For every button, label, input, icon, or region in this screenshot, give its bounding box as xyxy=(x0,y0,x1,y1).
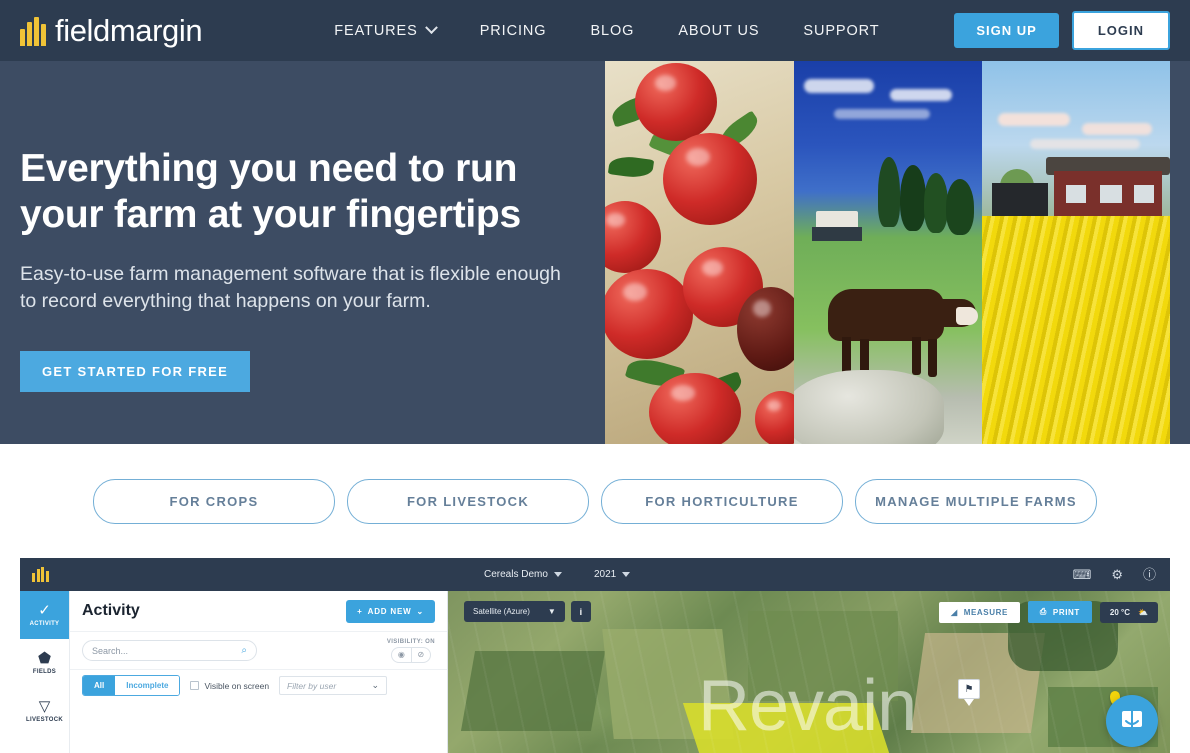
eye-icon[interactable]: ◉ xyxy=(392,648,411,662)
year-selector-label: 2021 xyxy=(594,569,617,580)
chevron-down-icon xyxy=(553,572,562,577)
user-filter-placeholder: Filter by user xyxy=(287,680,337,691)
sign-up-button[interactable]: SIGN UP xyxy=(954,13,1059,48)
sidebar-item-livestock[interactable]: ▽ LIVESTOCK xyxy=(20,687,69,735)
hero-subtitle: Easy-to-use farm management software tha… xyxy=(20,263,561,313)
sidebar-item-activity-label: ACTIVITY xyxy=(29,621,60,627)
main-nav: FEATURES PRICING BLOG ABOUT US SUPPORT xyxy=(312,21,901,39)
nav-item-support[interactable]: SUPPORT xyxy=(781,23,901,39)
basemap-select[interactable]: Satellite (Azure) ▼ xyxy=(464,601,565,622)
login-button[interactable]: LOGIN xyxy=(1071,11,1170,50)
year-selector[interactable]: 2021 xyxy=(594,569,631,580)
nav-item-features[interactable]: FEATURES xyxy=(312,21,457,39)
chat-icon[interactable]: ⌨ xyxy=(1073,568,1092,581)
print-button-label: PRINT xyxy=(1052,607,1080,617)
nav-item-features-label: FEATURES xyxy=(334,22,418,39)
sidebar-item-livestock-label: LIVESTOCK xyxy=(26,717,63,723)
get-started-button[interactable]: GET STARTED FOR FREE xyxy=(20,351,251,393)
app-topbar-icons: ⌨ ⚙ ⓘ xyxy=(1073,568,1156,581)
filter-all-button[interactable]: All xyxy=(83,676,116,695)
sidebar-item-fields[interactable]: ⬟ FIELDS xyxy=(20,639,69,687)
add-new-label: ADD NEW xyxy=(367,606,412,616)
partly-cloudy-icon: ⛅ xyxy=(1138,607,1148,617)
gear-icon[interactable]: ⚙ xyxy=(1111,568,1123,581)
header-actions: SIGN UP LOGIN xyxy=(954,11,1170,50)
bar-chart-logo-icon xyxy=(20,16,46,46)
hero-section: Everything you need to run your farm at … xyxy=(0,61,1190,444)
search-input-placeholder: Search... xyxy=(92,645,129,656)
chevron-down-icon: ▼ xyxy=(547,607,556,616)
map-basemap-controls: Satellite (Azure) ▼ i xyxy=(464,601,591,622)
chevron-down-icon xyxy=(424,21,438,35)
visibility-label: VISIBILITY: ON xyxy=(386,638,435,645)
chat-widget[interactable] xyxy=(1106,695,1158,747)
status-filter-segmented: All Incomplete xyxy=(82,675,181,696)
map-marker[interactable]: ⚑ xyxy=(958,679,980,706)
activity-panel-title: Activity xyxy=(82,602,140,619)
cow-in-alpine-pasture-photo xyxy=(794,61,982,444)
product-screenshot: Cereals Demo 2021 ⌨ ⚙ ⓘ ✓ ACTIVITY ⬟ FIE… xyxy=(20,558,1170,753)
sidebar-item-activity[interactable]: ✓ ACTIVITY xyxy=(20,591,69,639)
checkbox-box xyxy=(190,681,200,690)
ruler-triangle-icon: ◢ xyxy=(950,607,958,617)
help-icon[interactable]: ⓘ xyxy=(1143,568,1156,581)
visibility-control: VISIBILITY: ON ◉ ⊘ xyxy=(387,639,435,663)
sidebar-item-fields-label: FIELDS xyxy=(32,669,57,675)
temperature-value: 20 °C xyxy=(1109,607,1131,617)
field-polygon-icon: ⬟ xyxy=(37,650,52,667)
site-header: fieldmargin FEATURES PRICING BLOG ABOUT … xyxy=(0,0,1190,61)
measure-button[interactable]: ◢ MEASURE xyxy=(938,601,1020,623)
hero-copy: Everything you need to run your farm at … xyxy=(20,146,600,393)
pill-for-crops[interactable]: FOR CROPS xyxy=(93,478,335,524)
magnifier-icon: ⌕ xyxy=(241,645,247,656)
nav-item-blog[interactable]: BLOG xyxy=(568,23,656,39)
activity-panel-header: Activity + ADD NEW ⌄ xyxy=(70,591,447,631)
search-input[interactable]: Search... ⌕ xyxy=(82,640,257,661)
nav-item-pricing[interactable]: PRICING xyxy=(458,23,569,39)
print-button[interactable]: ⎙ PRINT xyxy=(1027,601,1092,623)
hero-collage xyxy=(605,61,1170,444)
measure-button-label: MEASURE xyxy=(963,607,1008,617)
pill-manage-multiple-farms[interactable]: MANAGE MULTIPLE FARMS xyxy=(855,478,1097,524)
app-sidebar: ✓ ACTIVITY ⬟ FIELDS ▽ LIVESTOCK ○ xyxy=(20,591,70,753)
app-logo-icon xyxy=(32,567,49,582)
map-info-button[interactable]: i xyxy=(570,601,591,622)
brand-name: fieldmargin xyxy=(55,13,203,48)
printer-icon: ⎙ xyxy=(1039,607,1047,616)
user-filter-select[interactable]: Filter by user ⌄ xyxy=(279,676,388,695)
chevron-down-icon: ⌄ xyxy=(416,606,424,616)
map-marker-tip xyxy=(964,699,974,706)
map-marker-icon: ⚑ xyxy=(958,679,980,699)
filter-incomplete-button[interactable]: Incomplete xyxy=(115,676,180,695)
app-topbar: Cereals Demo 2021 ⌨ ⚙ ⓘ xyxy=(20,558,1170,591)
chevron-down-icon: ⌄ xyxy=(371,680,380,690)
sidebar-item-notes[interactable]: ○ xyxy=(20,735,69,753)
category-pill-row: FOR CROPS FOR LIVESTOCK FOR HORTICULTURE… xyxy=(0,444,1190,558)
map-tool-controls: ◢ MEASURE ⎙ PRINT 20 °C ⛅ xyxy=(938,601,1158,623)
activity-filter-row: All Incomplete Visible on screen Filter … xyxy=(70,669,447,701)
apples-on-tree-photo xyxy=(605,61,794,444)
pill-for-horticulture[interactable]: FOR HORTICULTURE xyxy=(601,478,843,524)
chevron-down-icon xyxy=(622,572,631,577)
eye-off-icon[interactable]: ⊘ xyxy=(410,647,430,662)
activity-search-row: Search... ⌕ VISIBILITY: ON ◉ ⊘ xyxy=(70,631,447,669)
activity-check-icon: ✓ xyxy=(38,602,51,619)
pill-for-livestock[interactable]: FOR LIVESTOCK xyxy=(347,478,589,524)
farm-selector[interactable]: Cereals Demo xyxy=(484,569,562,580)
plus-icon: + xyxy=(357,606,363,616)
basemap-select-label: Satellite (Azure) xyxy=(473,607,530,616)
brand-logo[interactable]: fieldmargin xyxy=(20,13,203,48)
weather-widget: 20 °C ⛅ xyxy=(1099,601,1158,623)
visibility-toggle[interactable]: ◉ ⊘ xyxy=(390,646,431,663)
map-view[interactable]: Satellite (Azure) ▼ i ◢ MEASURE ⎙ PRINT … xyxy=(448,591,1170,753)
visible-on-screen-label: Visible on screen xyxy=(204,680,270,691)
farm-selector-label: Cereals Demo xyxy=(484,569,548,580)
activity-panel: Activity + ADD NEW ⌄ Search... ⌕ VISIBIL… xyxy=(70,591,448,753)
cow-head-icon: ▽ xyxy=(38,698,51,715)
barn-and-rapeseed-field-photo xyxy=(982,61,1170,444)
visible-on-screen-checkbox[interactable]: Visible on screen xyxy=(190,681,269,691)
nav-item-about-us[interactable]: ABOUT US xyxy=(656,23,781,39)
add-new-button[interactable]: + ADD NEW ⌄ xyxy=(346,599,435,623)
hero-title: Everything you need to run your farm at … xyxy=(20,147,521,236)
